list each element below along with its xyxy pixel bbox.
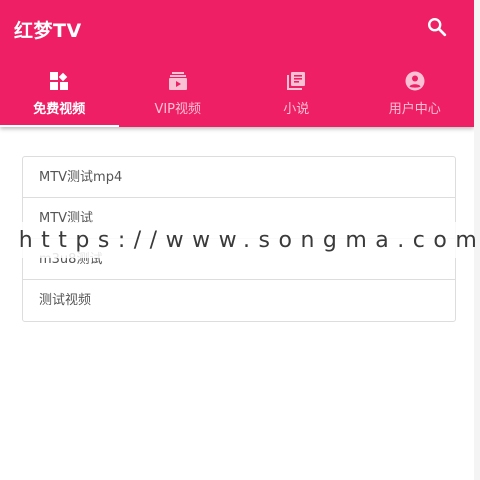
tab-novels[interactable]: 小说: [237, 62, 356, 127]
tab-user-center[interactable]: 用户中心: [356, 62, 475, 127]
watermark-banner: https://www.songma.com: [0, 222, 477, 258]
tab-free-videos[interactable]: 免费视频: [0, 62, 119, 127]
app-bar: 红梦TV 免费视频 VIP视频 小说 用户中心: [0, 0, 474, 127]
search-button[interactable]: [424, 14, 450, 40]
tab-label: VIP视频: [154, 102, 202, 117]
account-circle-icon: [404, 70, 426, 92]
dashboard-icon: [48, 70, 70, 92]
list-item[interactable]: MTV测试mp4: [23, 157, 455, 198]
tab-label: 小说: [283, 102, 310, 117]
app-title: 红梦TV: [14, 20, 82, 42]
tab-label: 用户中心: [388, 102, 441, 117]
video-library-icon: [167, 70, 189, 92]
list-item[interactable]: 测试视频: [23, 280, 455, 321]
watermark-text: https://www.songma.com: [18, 227, 480, 253]
tab-vip-videos[interactable]: VIP视频: [119, 62, 238, 127]
search-icon: [428, 18, 447, 37]
tab-active-indicator: [0, 125, 119, 127]
tab-bar: 免费视频 VIP视频 小说 用户中心: [0, 62, 474, 127]
tab-label: 免费视频: [33, 102, 86, 117]
book-icon: [285, 70, 307, 92]
